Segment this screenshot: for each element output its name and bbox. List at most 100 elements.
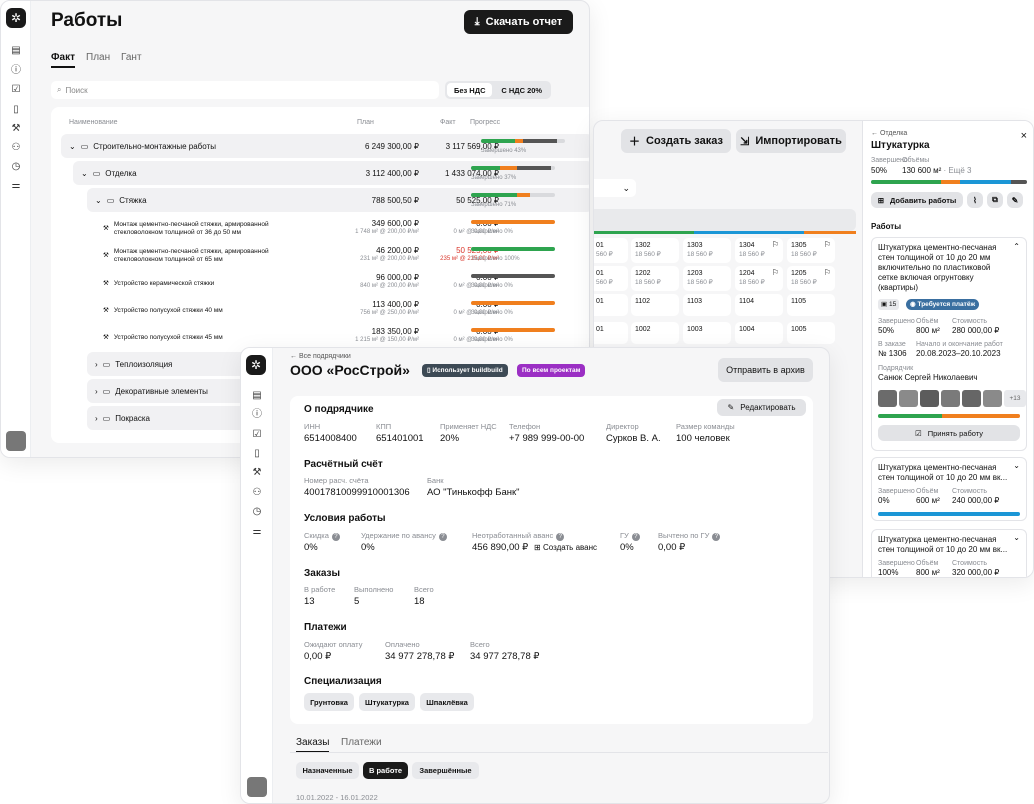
apartment-cell[interactable]: 1103: [683, 294, 731, 316]
table-row[interactable]: ⌄ ▭ Строительно-монтажные работы 6 249 300…: [61, 134, 589, 158]
info-icon[interactable]: ⓘ: [251, 409, 263, 421]
apartment-cell[interactable]: 1102: [631, 294, 679, 316]
apartment-cell[interactable]: 1304 18 560 ₽ ⚐: [735, 238, 783, 263]
checklist-icon[interactable]: ☑: [251, 429, 263, 441]
chevron-down-icon[interactable]: ⌄: [1013, 461, 1020, 470]
tab-orders[interactable]: Заказы: [296, 737, 330, 753]
edit-icon[interactable]: ✎: [1007, 192, 1023, 208]
tab-gantt[interactable]: Гант: [121, 52, 142, 63]
table-row[interactable]: ⌄ ▭ Отделка 3 112 400,00 ₽ 1 433 074,00 ₽ …: [73, 161, 589, 185]
import-button[interactable]: ⇲ Импортировать: [736, 129, 846, 153]
table-row[interactable]: ⚒ Устройство керамической стяжки 96 000,0…: [97, 270, 589, 296]
paperclip-icon[interactable]: ⌇: [967, 192, 983, 208]
filter-select[interactable]: ⌄: [594, 179, 636, 197]
help-icon[interactable]: ?: [631, 533, 640, 541]
volume-more-link[interactable]: · Ещё 3: [944, 166, 972, 175]
table-row[interactable]: ⚒ Монтаж цементно-песчаной стяжки, армиро…: [97, 216, 589, 242]
hammer-icon[interactable]: ⚒: [10, 123, 22, 135]
archive-button[interactable]: Отправить в архив: [718, 358, 813, 382]
info-icon[interactable]: ⓘ: [10, 65, 22, 77]
chevron-down-icon[interactable]: ⌄: [95, 196, 102, 205]
flag-icon[interactable]: ⚐: [772, 240, 779, 249]
photo-thumb[interactable]: [920, 390, 939, 407]
flag-icon[interactable]: ⚐: [772, 268, 779, 277]
create-advance-button[interactable]: ⊞ Создать аванс: [534, 543, 597, 552]
filter-completed[interactable]: Завершённые: [412, 762, 479, 779]
help-icon[interactable]: ?: [712, 533, 721, 541]
close-icon[interactable]: ×: [1021, 130, 1027, 142]
user-avatar[interactable]: [6, 431, 26, 451]
apartment-cell[interactable]: 1003: [683, 322, 731, 344]
table-row[interactable]: ⌄ ▭ Стяжка 788 500,50 ₽ 50 525,00 ₽ Заверш…: [87, 188, 589, 212]
apartment-cell[interactable]: 1205 18 560 ₽ ⚐: [787, 266, 835, 291]
apartment-cell[interactable]: 1105: [787, 294, 835, 316]
tab-payments[interactable]: Платежи: [341, 737, 382, 748]
checklist-icon[interactable]: ☑: [10, 84, 22, 96]
clock-icon[interactable]: ◷: [251, 506, 263, 518]
flag-icon[interactable]: ⚐: [824, 268, 831, 277]
apartment-cell[interactable]: 1303 18 560 ₽: [683, 238, 731, 263]
apartment-cell[interactable]: 1004: [735, 322, 783, 344]
back-link[interactable]: ← Все подрядчики: [290, 353, 351, 360]
apartment-cell[interactable]: 1104: [735, 294, 783, 316]
tab-fact[interactable]: Факт: [51, 52, 75, 68]
download-report-button[interactable]: ⤓ Скачать отчет: [464, 10, 573, 34]
apartment-cell[interactable]: 01: [594, 294, 628, 316]
apartment-cell[interactable]: 1204 18 560 ₽ ⚐: [735, 266, 783, 291]
apartment-cell[interactable]: 1302 18 560 ₽: [631, 238, 679, 263]
chevron-up-icon[interactable]: ⌃: [1013, 242, 1020, 251]
create-order-button[interactable]: ＋ Создать заказ: [621, 129, 731, 153]
table-row[interactable]: ⚒ Монтаж цементно-песчаной стяжки, армиро…: [97, 243, 589, 269]
table-row[interactable]: ⚒ Устройство полусухой стяжки 40 мм 113 4…: [97, 297, 589, 323]
more-photos[interactable]: +13: [1004, 390, 1026, 407]
apartment-cell[interactable]: 1002: [631, 322, 679, 344]
help-icon[interactable]: ?: [331, 533, 340, 541]
chevron-right-icon[interactable]: ›: [95, 387, 98, 396]
edit-button[interactable]: ✎ Редактировать: [717, 399, 806, 416]
search-input[interactable]: ⌕ Поиск: [51, 81, 439, 99]
photos-badge[interactable]: ▣ 15: [878, 299, 900, 310]
sliders-icon[interactable]: ⚌: [251, 526, 263, 538]
back-link[interactable]: ← Отделка: [871, 130, 907, 137]
users-icon[interactable]: ⚇: [10, 142, 22, 154]
work-card[interactable]: Штукатурка цементно-песчаная стен толщин…: [871, 457, 1027, 521]
app-logo-icon[interactable]: ✲: [6, 8, 26, 28]
specialization-chip[interactable]: Шпаклёвка: [420, 693, 474, 711]
apartment-cell[interactable]: 1005: [787, 322, 835, 344]
vat-toggle[interactable]: Без НДС С НДС 20%: [445, 81, 551, 99]
work-card[interactable]: Штукатурка цементно-песчаная стен толщин…: [871, 529, 1027, 577]
specialization-chip[interactable]: Грунтовка: [304, 693, 354, 711]
photo-thumb[interactable]: [899, 390, 918, 407]
photo-thumb[interactable]: [983, 390, 1002, 407]
chevron-down-icon[interactable]: ⌄: [69, 142, 76, 151]
photo-thumb[interactable]: [941, 390, 960, 407]
user-avatar[interactable]: [247, 777, 267, 797]
chevron-down-icon[interactable]: ⌄: [1013, 533, 1020, 542]
copy-icon[interactable]: ⧉: [987, 192, 1003, 208]
apartment-cell[interactable]: 1202 18 560 ₽: [631, 266, 679, 291]
apartment-cell[interactable]: 1203 18 560 ₽: [683, 266, 731, 291]
help-icon[interactable]: ?: [438, 533, 447, 541]
hammer-icon[interactable]: ⚒: [251, 467, 263, 479]
clipboard-icon[interactable]: ▯: [10, 104, 22, 116]
clock-icon[interactable]: ◷: [10, 161, 22, 173]
app-logo-icon[interactable]: ✲: [246, 355, 266, 375]
accept-work-button[interactable]: ☑ Принять работу: [878, 425, 1020, 441]
tab-plan[interactable]: План: [86, 52, 110, 63]
work-card[interactable]: Штукатурка цементно-песчаная стен толщин…: [871, 237, 1027, 451]
vat-on-option[interactable]: С НДС 20%: [494, 83, 549, 97]
building-icon[interactable]: ▤: [251, 390, 263, 402]
users-icon[interactable]: ⚇: [251, 487, 263, 499]
specialization-chip[interactable]: Штукатурка: [359, 693, 415, 711]
help-icon[interactable]: ?: [556, 533, 565, 541]
filter-in-progress[interactable]: В работе: [363, 762, 408, 779]
add-works-button[interactable]: ⊞ Добавить работы: [871, 192, 963, 208]
clipboard-icon[interactable]: ▯: [251, 448, 263, 460]
photo-thumb[interactable]: [878, 390, 897, 407]
chevron-right-icon[interactable]: ›: [95, 414, 98, 423]
vat-off-option[interactable]: Без НДС: [447, 83, 493, 97]
flag-icon[interactable]: ⚐: [824, 240, 831, 249]
apartment-cell[interactable]: 01: [594, 322, 628, 344]
apartment-cell[interactable]: 1305 18 560 ₽ ⚐: [787, 238, 835, 263]
photo-thumb[interactable]: [962, 390, 981, 407]
